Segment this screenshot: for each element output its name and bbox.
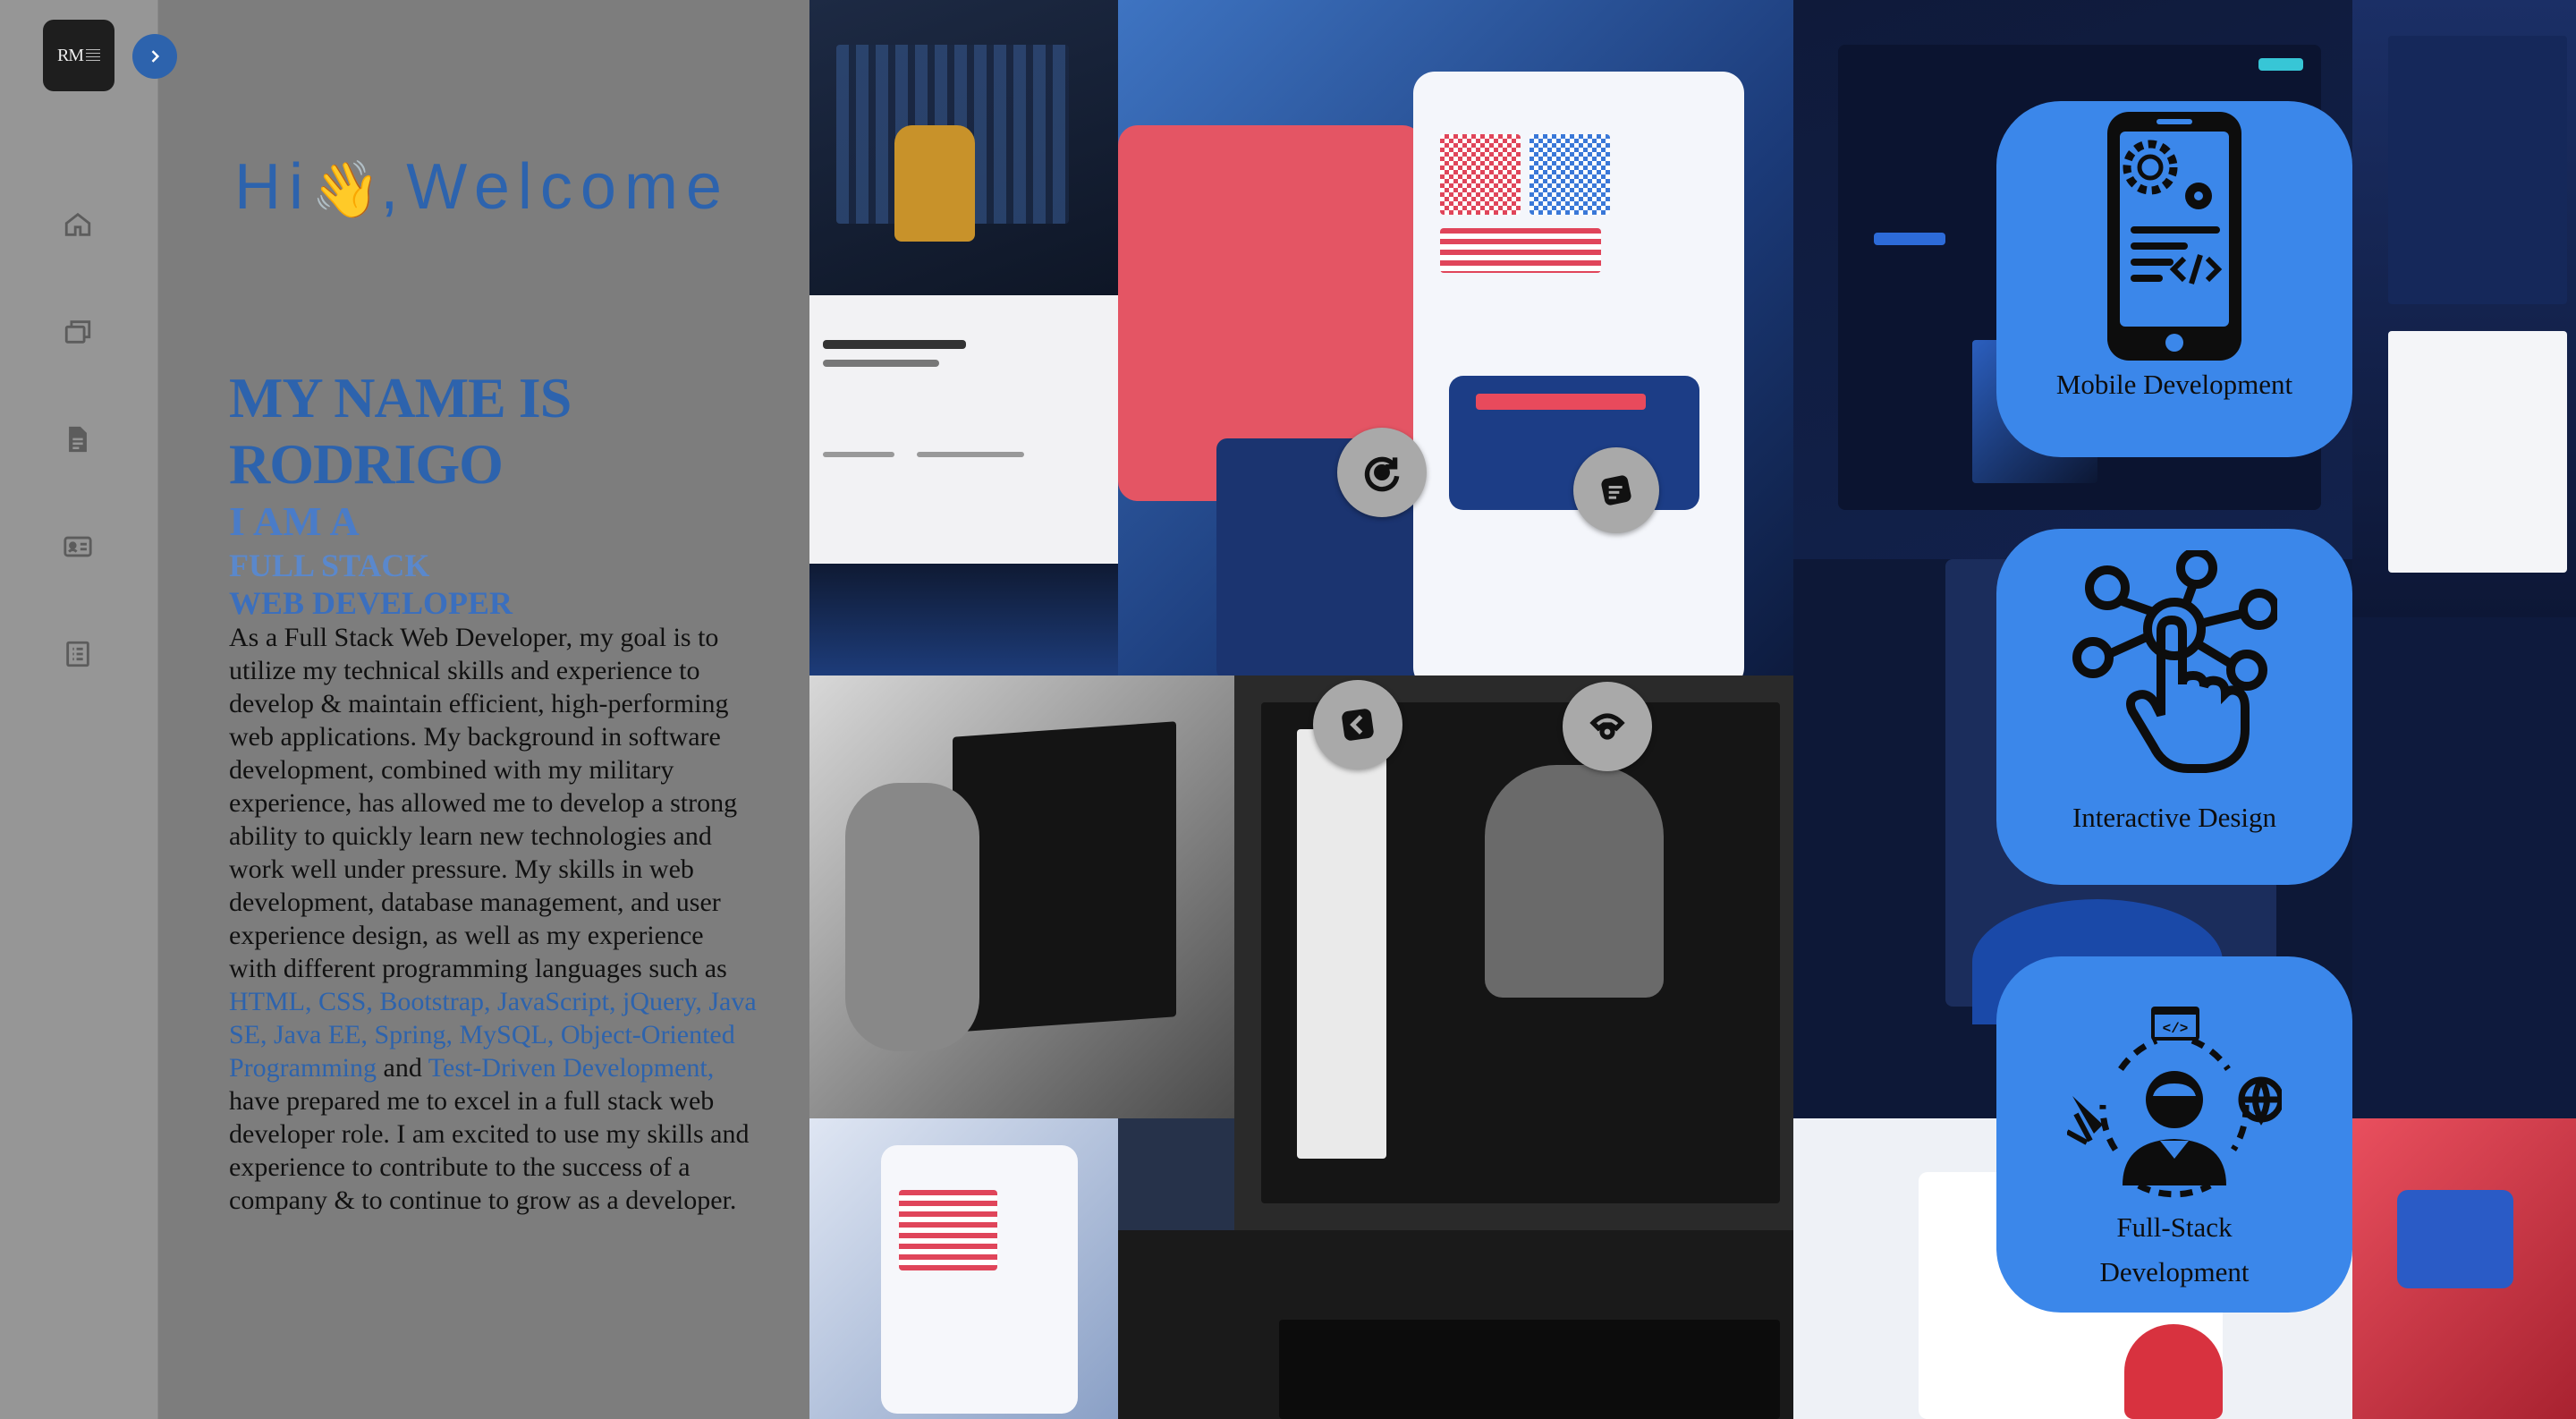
card-label: Mobile Development <box>2055 369 2293 400</box>
collage-tile <box>809 676 1234 1118</box>
intro-panel: Hi👋,Welcome MY NAME IS RODRIGO I AM A FU… <box>158 0 809 1419</box>
phone-icon <box>1589 713 1625 740</box>
wave-emoji: 👋 <box>311 159 381 221</box>
list-icon <box>66 641 89 667</box>
collage-tile <box>1118 0 1793 676</box>
nav-contact[interactable] <box>55 632 100 676</box>
full-stack-icon: </> <box>2067 1007 2282 1198</box>
nav-about[interactable] <box>55 524 100 569</box>
github-icon <box>1364 456 1400 492</box>
chevron-right-icon <box>151 50 160 63</box>
document-icon <box>69 426 87 453</box>
collage-tile <box>809 0 1118 295</box>
sidebar-expand-button[interactable] <box>132 34 177 79</box>
card-label: Full-Stack Development <box>2099 1211 2250 1287</box>
card-interactive-design[interactable]: Interactive Design <box>1996 529 2352 885</box>
logo-text: RM <box>56 45 84 65</box>
role-line-1: I AM A <box>229 498 360 544</box>
nav-projects[interactable] <box>55 310 100 354</box>
collage-tile <box>809 564 1118 676</box>
card-mobile-development[interactable]: Mobile Development <box>1996 101 2352 457</box>
nav-home[interactable] <box>55 202 100 247</box>
collage-tile <box>2352 0 2576 617</box>
welcome-heading: Hi👋,Welcome <box>234 151 730 223</box>
role-line-2: FULL STACK <box>229 548 430 583</box>
home-icon <box>64 212 91 236</box>
collage-tile <box>809 1118 1118 1419</box>
nav-resume[interactable] <box>55 417 100 462</box>
svg-text:</>: </> <box>2163 1021 2189 1037</box>
collage-tile <box>1118 1230 1793 1419</box>
role-line-3: WEB DEVELOPER <box>229 585 513 621</box>
collage-tile <box>809 295 1118 564</box>
windows-icon <box>64 320 91 344</box>
card-full-stack-development[interactable]: </> Full-Stack Development <box>1996 956 2352 1313</box>
interactive-design-icon <box>2072 550 2277 773</box>
collage-tile <box>1234 676 1793 1230</box>
logo[interactable]: RM <box>43 20 114 91</box>
social-button-github[interactable] <box>1337 428 1427 517</box>
name-heading: MY NAME IS RODRIGO <box>229 366 572 496</box>
bio-tdd: Test-Driven Development, <box>428 1053 715 1083</box>
blog-icon <box>1601 475 1631 506</box>
collage-tile <box>2352 617 2576 1118</box>
card-label: Interactive Design <box>2072 802 2277 833</box>
mobile-development-icon <box>2107 112 2241 361</box>
bio-paragraph: As a Full Stack Web Developer, my goal i… <box>229 623 757 1215</box>
social-button-contact[interactable] <box>1563 682 1652 771</box>
social-button-kaggle[interactable] <box>1313 680 1402 769</box>
kaggle-icon <box>1342 709 1374 741</box>
id-card-icon <box>64 536 92 557</box>
sidebar: RM <box>0 0 158 1419</box>
collage-tile <box>2352 1118 2576 1419</box>
social-button-blog[interactable] <box>1573 447 1659 533</box>
